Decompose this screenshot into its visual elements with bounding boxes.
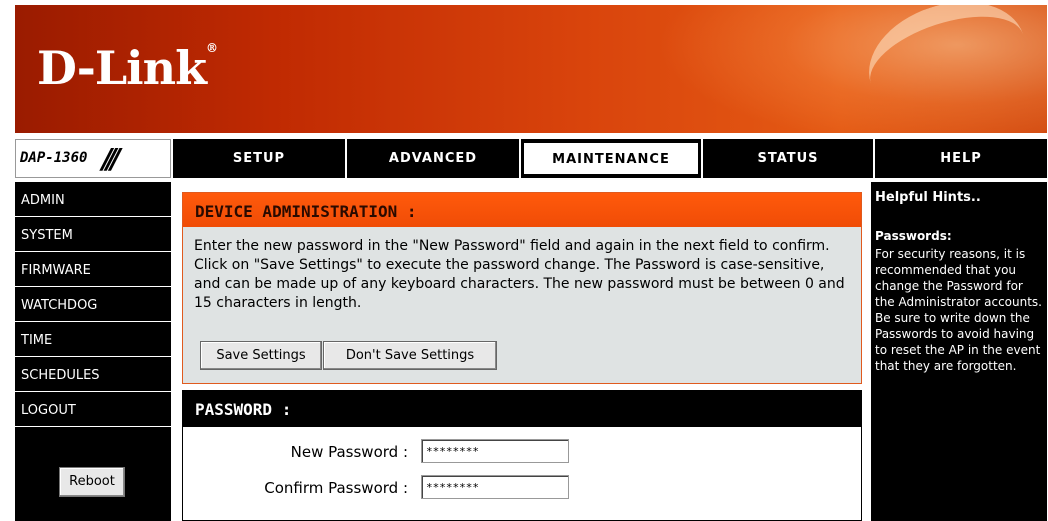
top-nav: DAP-1360 /// SETUP ADVANCED MAINTENANCE … (15, 139, 1047, 178)
model-badge: DAP-1360 /// (15, 139, 171, 178)
model-name: DAP-1360 (20, 150, 88, 166)
sidebar-item-firmware[interactable]: FIRMWARE (15, 254, 171, 287)
sidebar-item-time[interactable]: TIME (15, 324, 171, 357)
new-password-label: New Password : (290, 443, 408, 461)
sidebar-item-schedules[interactable]: SCHEDULES (15, 359, 171, 392)
device-administration-title: DEVICE ADMINISTRATION : (195, 202, 417, 221)
password-header: PASSWORD : (183, 391, 861, 427)
tab-divider (519, 139, 521, 178)
password-panel: PASSWORD : New Password : Confirm Passwo… (182, 390, 862, 521)
help-panel: Helpful Hints.. Passwords: For security … (871, 182, 1047, 521)
dlink-logo: D-Link® (37, 41, 218, 95)
tab-advanced[interactable]: ADVANCED (347, 139, 519, 178)
confirm-password-label: Confirm Password : (264, 479, 408, 497)
tab-maintenance[interactable]: MAINTENANCE (523, 142, 699, 175)
sidebar-item-system[interactable]: SYSTEM (15, 219, 171, 252)
reboot-button[interactable]: Reboot (59, 467, 125, 497)
new-password-input[interactable] (421, 439, 569, 463)
main-content: DEVICE ADMINISTRATION : Enter the new pa… (174, 182, 868, 521)
sidebar-item-logout[interactable]: LOGOUT (15, 394, 171, 427)
tab-setup[interactable]: SETUP (173, 139, 345, 178)
sidebar: ADMIN SYSTEM FIRMWARE WATCHDOG TIME SCHE… (15, 182, 171, 521)
sidebar-item-admin[interactable]: ADMIN (15, 184, 171, 217)
tab-status[interactable]: STATUS (703, 139, 873, 178)
tab-help[interactable]: HELP (875, 139, 1047, 178)
dont-save-settings-button[interactable]: Don't Save Settings (323, 341, 497, 370)
device-administration-header: DEVICE ADMINISTRATION : (183, 193, 861, 227)
sidebar-item-watchdog[interactable]: WATCHDOG (15, 289, 171, 322)
confirm-password-input[interactable] (421, 475, 569, 499)
save-settings-button[interactable]: Save Settings (200, 341, 322, 370)
password-title: PASSWORD : (195, 400, 292, 419)
device-administration-panel: DEVICE ADMINISTRATION : Enter the new pa… (182, 192, 862, 384)
model-slashes-icon: /// (102, 142, 121, 175)
admin-description: Enter the new password in the "New Passw… (194, 238, 845, 311)
help-title: Helpful Hints.. (875, 190, 981, 205)
header-banner: D-Link® (15, 5, 1047, 133)
help-subtitle: Passwords: (875, 229, 952, 243)
help-text: For security reasons, it is recommended … (875, 247, 1042, 373)
